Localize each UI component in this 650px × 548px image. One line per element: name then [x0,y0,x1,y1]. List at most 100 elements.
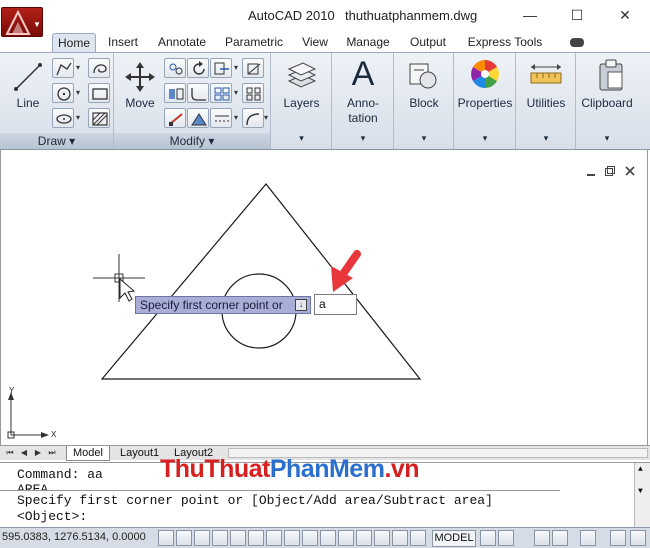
lineweight-button[interactable] [302,530,318,546]
annotation-panel[interactable]: A Anno- tation ▾ [332,53,394,149]
ribbon-minimize-button[interactable] [570,38,584,47]
measure-ruler-icon [530,64,562,84]
tab-view[interactable]: View [296,33,334,52]
circle-dropdown-icon[interactable]: ▾ [76,88,80,97]
rectangle-button[interactable] [88,83,110,103]
layers-panel[interactable]: Layers ▾ [271,53,332,149]
zoom-button[interactable] [374,530,390,546]
object-snap-button[interactable] [230,530,246,546]
drawing-minimize-button[interactable] [585,165,599,179]
quick-properties-button[interactable] [320,530,336,546]
trim-button[interactable] [210,58,232,78]
hatch-button[interactable] [88,108,110,128]
last-layout-icon[interactable]: ⏭ [46,447,58,459]
drawing-restore-button[interactable] [604,165,618,179]
join-button[interactable] [242,108,264,128]
draw-panel: Line ▾ ▾ ▾ Draw ▾ [0,53,114,149]
explode-dropdown-icon[interactable]: ▾ [234,88,238,97]
offset-dropdown-icon[interactable]: ▾ [234,113,238,122]
modify-panel-title[interactable]: Modify ▾ [114,133,270,149]
model-space-button[interactable]: MODEL [432,530,476,547]
workspace-switching-button[interactable] [534,530,550,546]
block-icon [409,63,437,89]
offset-button[interactable] [210,108,232,128]
utilities-panel[interactable]: Utilities ▾ [516,53,576,149]
command-prompt-line-2[interactable]: <Object>: [17,509,87,524]
ribbon: Line ▾ ▾ ▾ Draw ▾ Move ▾ ▾ ▾ ▾ Modify ▾ … [0,52,650,150]
quick-view-drawings-button[interactable] [498,530,514,546]
tab-parametric[interactable]: Parametric [222,33,286,52]
pan-button[interactable] [356,530,372,546]
ucs-x-label: X [51,430,57,439]
mirror-icon [169,88,184,100]
mirror-button[interactable] [164,83,186,103]
application-menu-button[interactable]: ▼ [1,7,43,37]
mouse-pointer-icon [119,277,136,302]
drawing-close-button[interactable] [624,165,638,179]
chevron-down-icon: ▾ [543,133,549,143]
ellipse-dropdown-icon[interactable]: ▾ [76,113,80,122]
scroll-up-icon[interactable]: ▲ [638,465,643,474]
array-button[interactable] [242,83,264,103]
snap-mode-button[interactable] [158,530,174,546]
polyline-button[interactable] [52,58,74,78]
minimize-button[interactable]: — [516,4,544,26]
block-panel[interactable]: Block ▾ [394,53,454,149]
ellipse-button[interactable] [52,108,74,128]
move-tool-button[interactable] [122,59,156,93]
tab-home[interactable]: Home [52,33,96,52]
tab-insert[interactable]: Insert [102,33,144,52]
layout-tab-layout1[interactable]: Layout1 [114,446,165,461]
stretch-button[interactable] [164,108,186,128]
dynamic-input-button[interactable] [284,530,300,546]
restore-icon [605,166,615,176]
lock-toolbar-button[interactable] [552,530,568,546]
showmotion-button[interactable] [410,530,426,546]
copy-button[interactable] [164,58,186,78]
tab-annotate[interactable]: Annotate [152,33,212,52]
draw-panel-title[interactable]: Draw ▾ [0,133,113,149]
status-bar-menu-button[interactable] [610,530,626,546]
join-dropdown-icon[interactable]: ▾ [264,113,268,122]
fillet-button[interactable] [187,83,209,103]
rotate-button[interactable] [187,58,209,78]
scale-button[interactable] [187,108,209,128]
ortho-mode-button[interactable] [194,530,210,546]
previous-layout-icon[interactable]: ◀ [18,447,30,459]
clean-screen-button[interactable] [630,530,646,546]
next-layout-icon[interactable]: ▶ [32,447,44,459]
quick-view-layouts-button[interactable] [480,530,496,546]
polyline-dropdown-icon[interactable]: ▾ [76,63,80,72]
spline-button[interactable] [88,58,110,78]
clipboard-panel[interactable]: Clipboard ▾ [576,53,650,149]
scroll-down-icon[interactable]: ▼ [638,487,643,496]
properties-panel[interactable]: Properties ▾ [454,53,516,149]
dynamic-ucs-button[interactable] [266,530,282,546]
polar-tracking-button[interactable] [212,530,228,546]
grid-display-button[interactable] [176,530,192,546]
crosshair-cursor-icon [93,254,145,302]
explode-icon [214,87,230,101]
maximize-button[interactable]: ☐ [563,4,591,26]
circle-button[interactable] [52,83,74,103]
steering-wheel-button[interactable] [392,530,408,546]
command-scrollbar[interactable]: ▲ ▼ [634,463,650,528]
line-tool-button[interactable] [10,59,44,93]
copy-icon [169,63,183,75]
close-button[interactable]: ✕ [611,4,639,26]
first-layout-icon[interactable]: ⏮ [4,447,16,459]
chevron-down-icon: ▾ [421,133,427,143]
layout-tab-model[interactable]: Model [66,446,110,461]
selection-cycling-button[interactable] [338,530,354,546]
tab-express-tools[interactable]: Express Tools [462,33,548,52]
arrow-down-icon[interactable]: ↓ [295,299,307,311]
tab-manage[interactable]: Manage [342,33,394,52]
isolate-objects-button[interactable] [580,530,596,546]
trim-dropdown-icon[interactable]: ▾ [234,63,238,72]
explode-button[interactable] [210,83,232,103]
dynamic-input-field[interactable]: a [314,294,357,315]
object-snap-tracking-button[interactable] [248,530,264,546]
tab-output[interactable]: Output [404,33,452,52]
document-title: thuthuatphanmem.dwg [345,8,478,23]
erase-button[interactable] [242,58,264,78]
